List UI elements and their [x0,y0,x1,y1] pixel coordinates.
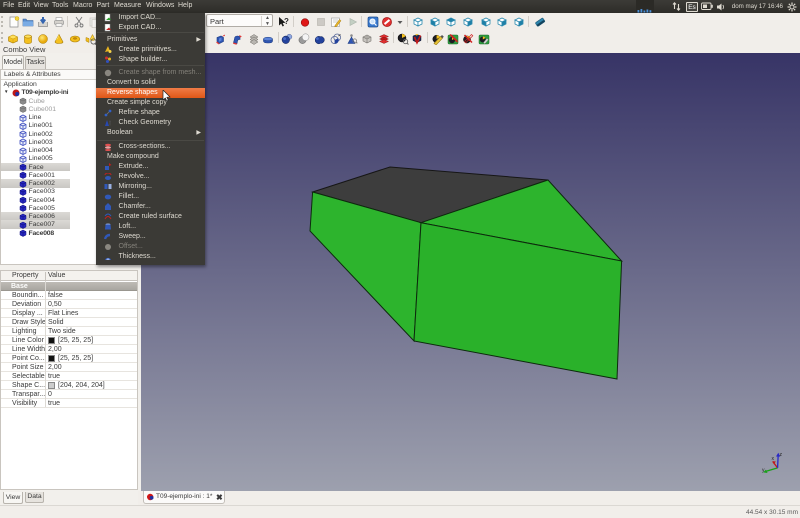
svg-text:x: x [772,456,775,462]
svg-text:y: y [762,468,765,474]
svg-text:?: ? [284,17,289,26]
svg-text:z: z [780,452,783,458]
